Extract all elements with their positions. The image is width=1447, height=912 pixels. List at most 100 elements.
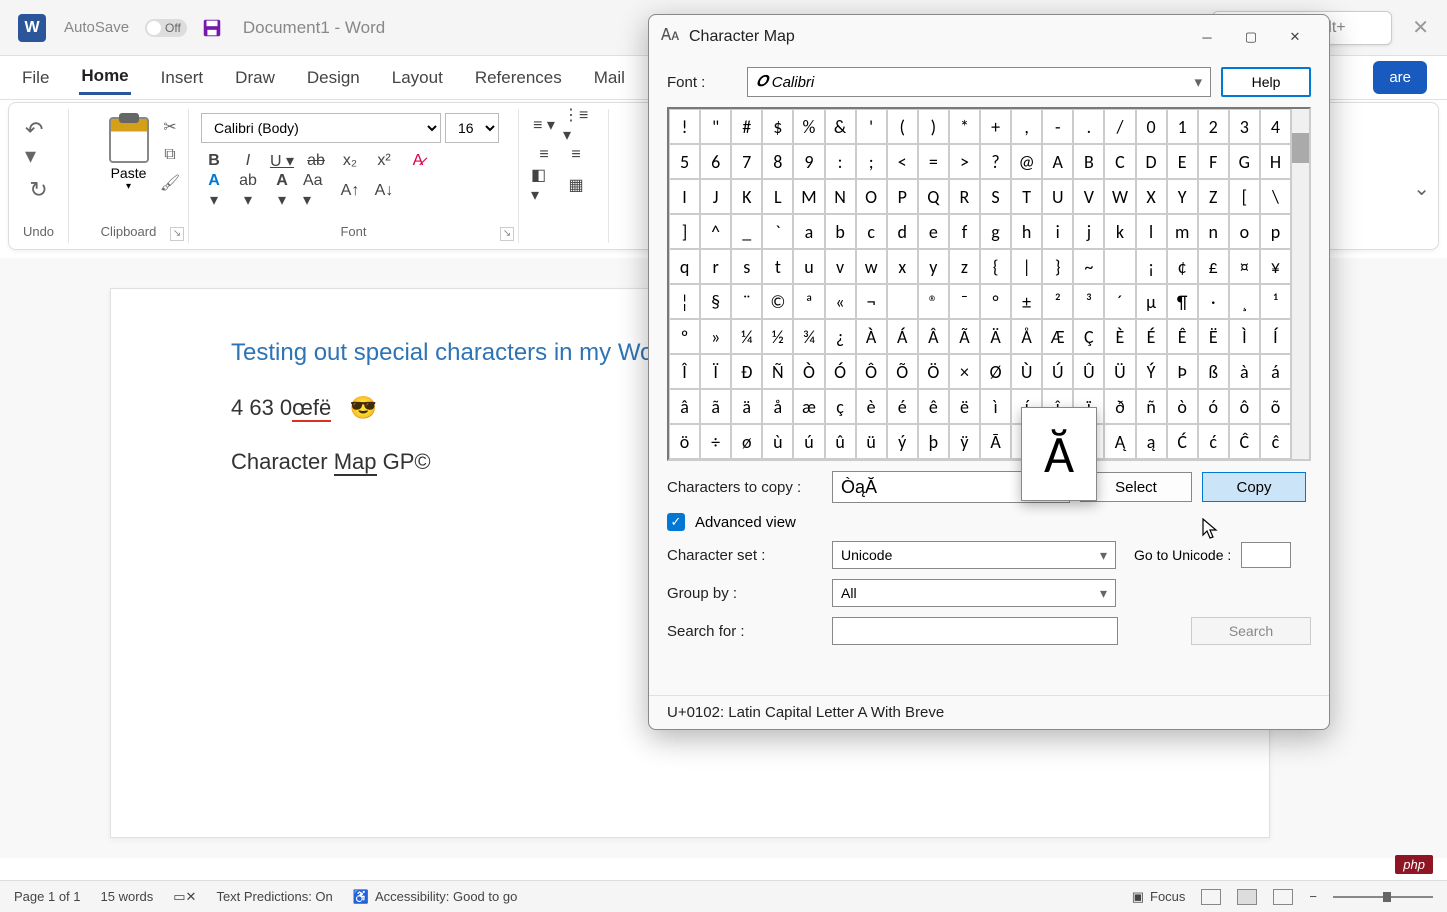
char-cell[interactable]: · xyxy=(1198,284,1229,319)
char-cell[interactable]: ³ xyxy=(1073,284,1104,319)
char-cell[interactable]: O xyxy=(856,179,887,214)
text-effects-button[interactable]: A▾ xyxy=(201,179,227,203)
char-cell[interactable]: º xyxy=(669,319,700,354)
tab-layout[interactable]: Layout xyxy=(390,62,445,94)
char-cell[interactable]: Ú xyxy=(1042,354,1073,389)
char-cell[interactable]: ñ xyxy=(1136,389,1167,424)
char-cell[interactable]: I xyxy=(669,179,700,214)
char-cell[interactable]: ç xyxy=(825,389,856,424)
char-cell[interactable]: r xyxy=(700,249,731,284)
char-cell[interactable]: ½ xyxy=(762,319,793,354)
change-case-button[interactable]: Aa ▾ xyxy=(303,179,329,203)
char-cell[interactable]: Å xyxy=(1011,319,1042,354)
char-cell[interactable]: Ë xyxy=(1198,319,1229,354)
char-cell[interactable]: " xyxy=(700,109,731,144)
char-cell[interactable]: M xyxy=(793,179,824,214)
save-icon[interactable] xyxy=(201,17,223,39)
char-cell[interactable]: ô xyxy=(1229,389,1260,424)
char-cell[interactable]: £ xyxy=(1198,249,1229,284)
char-cell[interactable]: ) xyxy=(918,109,949,144)
char-cell[interactable] xyxy=(887,284,918,319)
char-cell[interactable]: J xyxy=(700,179,731,214)
char-cell[interactable]: Ö xyxy=(918,354,949,389)
char-cell[interactable]: ¸ xyxy=(1229,284,1260,319)
char-cell[interactable]: C xyxy=(1104,144,1135,179)
web-layout-icon[interactable] xyxy=(1273,889,1293,905)
char-cell[interactable]: ù xyxy=(762,424,793,459)
char-cell[interactable]: ° xyxy=(980,284,1011,319)
char-cell[interactable]: 3 xyxy=(1229,109,1260,144)
char-cell[interactable]: µ xyxy=(1136,284,1167,319)
char-cell[interactable]: 5 xyxy=(669,144,700,179)
char-cell[interactable]: ] xyxy=(669,214,700,249)
char-cell[interactable]: © xyxy=(762,284,793,319)
char-cell[interactable]: e xyxy=(918,214,949,249)
char-cell[interactable]: Í xyxy=(1260,319,1291,354)
char-cell[interactable]: é xyxy=(887,389,918,424)
char-cell[interactable]: < xyxy=(887,144,918,179)
char-cell[interactable]: i xyxy=(1042,214,1073,249)
font-size-select[interactable]: 16 xyxy=(445,113,499,143)
char-cell[interactable]: { xyxy=(980,249,1011,284)
char-cell[interactable]: / xyxy=(1104,109,1135,144)
char-cell[interactable]: E xyxy=(1167,144,1198,179)
char-cell[interactable]: a xyxy=(793,214,824,249)
char-cell[interactable]: À xyxy=(856,319,887,354)
italic-button[interactable]: I xyxy=(235,149,261,173)
search-input[interactable] xyxy=(832,617,1118,645)
align-left-button[interactable]: ≡ xyxy=(531,143,557,167)
char-cell[interactable]: U xyxy=(1042,179,1073,214)
char-cell[interactable]: Ï xyxy=(700,354,731,389)
char-cell[interactable]: Ù xyxy=(1011,354,1042,389)
char-cell[interactable]: × xyxy=(949,354,980,389)
char-cell[interactable]: 7 xyxy=(731,144,762,179)
char-cell[interactable]: b xyxy=(825,214,856,249)
char-cell[interactable]: s xyxy=(731,249,762,284)
char-cell[interactable]: Û xyxy=(1073,354,1104,389)
numbering-button[interactable]: ⋮≡ ▾ xyxy=(563,113,589,137)
char-cell[interactable]: = xyxy=(918,144,949,179)
char-cell[interactable]: Ć xyxy=(1167,424,1198,459)
char-cell[interactable]: % xyxy=(793,109,824,144)
bullets-button[interactable]: ≡ ▾ xyxy=(531,113,557,137)
char-cell[interactable]: ą xyxy=(1136,424,1167,459)
char-cell[interactable]: ¬ xyxy=(856,284,887,319)
bold-button[interactable]: B xyxy=(201,149,227,173)
char-cell[interactable]: ¯ xyxy=(949,284,980,319)
char-cell[interactable]: F xyxy=(1198,144,1229,179)
char-cell[interactable]: ~ xyxy=(1073,249,1104,284)
char-cell[interactable]: @ xyxy=(1011,144,1042,179)
accessibility-status[interactable]: ♿ Accessibility: Good to go xyxy=(353,889,518,905)
char-cell[interactable]: l xyxy=(1136,214,1167,249)
tab-design[interactable]: Design xyxy=(305,62,362,94)
grid-scrollbar[interactable] xyxy=(1291,109,1309,459)
char-cell[interactable]: ĉ xyxy=(1260,424,1291,459)
char-cell[interactable]: ' xyxy=(856,109,887,144)
char-cell[interactable]: ü xyxy=(856,424,887,459)
advanced-view-checkbox[interactable]: ✓ xyxy=(667,513,685,531)
char-cell[interactable]: Ò xyxy=(793,354,824,389)
highlight-button[interactable]: ab▾ xyxy=(235,179,261,203)
char-cell[interactable]: * xyxy=(949,109,980,144)
font-launcher-icon[interactable]: ↘ xyxy=(500,227,514,241)
char-cell[interactable]: ¥ xyxy=(1260,249,1291,284)
char-cell[interactable]: X xyxy=(1136,179,1167,214)
char-cell[interactable]: ¹ xyxy=(1260,284,1291,319)
char-cell[interactable]: ª xyxy=(793,284,824,319)
print-layout-icon[interactable] xyxy=(1237,889,1257,905)
char-cell[interactable]: ć xyxy=(1198,424,1229,459)
char-cell[interactable]: o xyxy=(1229,214,1260,249)
tab-references[interactable]: References xyxy=(473,62,564,94)
char-cell[interactable]: É xyxy=(1136,319,1167,354)
char-cell[interactable]: D xyxy=(1136,144,1167,179)
char-cell[interactable]: K xyxy=(731,179,762,214)
char-cell[interactable]: Æ xyxy=(1042,319,1073,354)
char-cell[interactable]: ÿ xyxy=(949,424,980,459)
focus-mode[interactable]: ▣ Focus xyxy=(1132,889,1186,905)
char-cell[interactable]: ² xyxy=(1042,284,1073,319)
char-cell[interactable]: ð xyxy=(1104,389,1135,424)
char-cell[interactable]: B xyxy=(1073,144,1104,179)
format-painter-icon[interactable]: 🖌 xyxy=(160,173,180,193)
char-cell[interactable]: Ì xyxy=(1229,319,1260,354)
char-cell[interactable]: ø xyxy=(731,424,762,459)
